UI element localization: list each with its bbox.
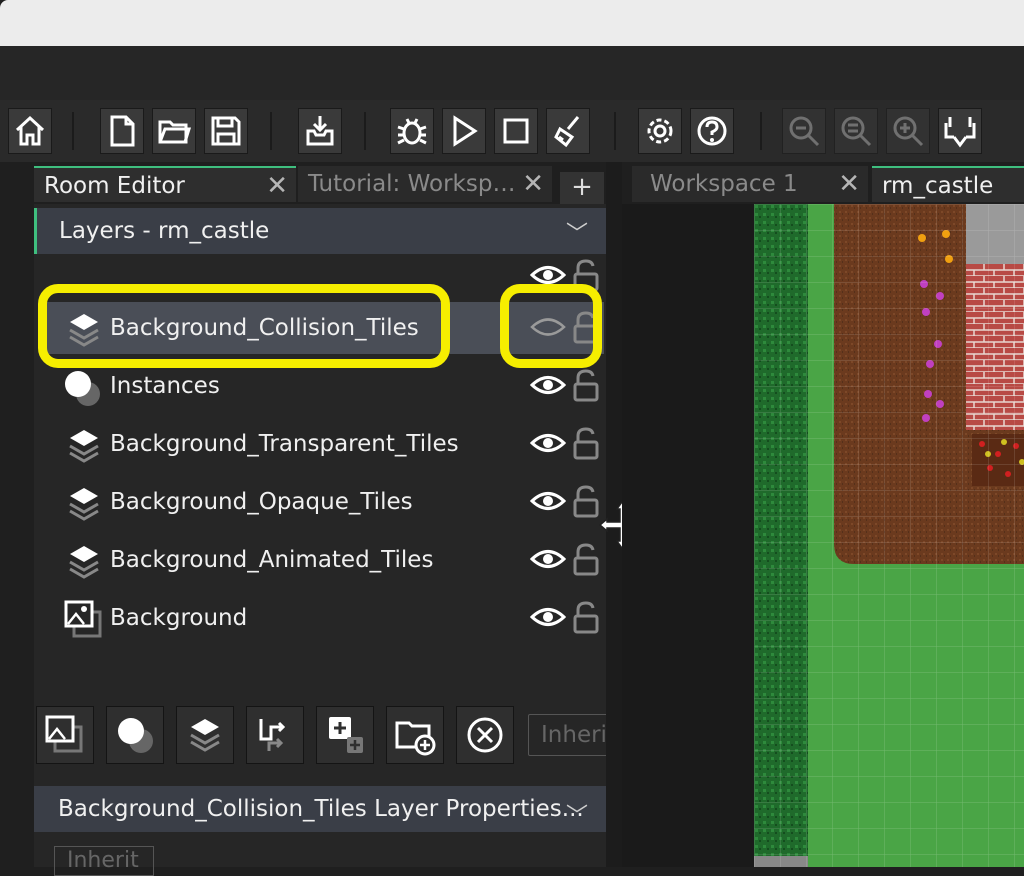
open-button[interactable] [152, 108, 196, 154]
instance-layer-icon [65, 371, 100, 406]
lock-icon[interactable] [572, 600, 600, 634]
close-icon[interactable]: ✕ [522, 166, 544, 202]
stop-icon [503, 118, 529, 144]
chevron-down-icon[interactable]: ﹀ [566, 216, 588, 248]
eye-icon[interactable] [530, 372, 566, 398]
chevron-down-icon[interactable]: ﹀ [566, 798, 588, 830]
game-frame-button[interactable] [938, 108, 982, 154]
settings-button[interactable] [638, 108, 682, 154]
room-canvas-view[interactable] [622, 204, 1024, 867]
zoom-out-icon [789, 116, 820, 147]
layer-row[interactable]: Background [44, 592, 604, 644]
eye-icon[interactable] [530, 546, 566, 572]
instance-layer-icon [118, 718, 153, 753]
save-button[interactable] [204, 108, 248, 154]
delete-layer-button[interactable] [456, 706, 514, 764]
layer-properties-header[interactable]: Background_Collision_Tiles Layer Propert… [34, 786, 606, 832]
left-tab-bar: Room Editor ✕ Tutorial: Worksp… ✕ + [34, 164, 606, 204]
new-file-button[interactable] [100, 108, 144, 154]
room-canvas[interactable] [754, 204, 1024, 867]
inherit-button[interactable]: Inheri [528, 714, 618, 756]
add-asset-icon [329, 717, 363, 753]
highlight-visibility-toggle [500, 284, 602, 368]
tile-layer-icon [190, 719, 220, 752]
lock-icon[interactable] [572, 542, 600, 576]
tab-label: rm_castle [882, 173, 994, 199]
lock-icon[interactable] [572, 426, 600, 460]
zoom-in-button[interactable] [886, 108, 930, 154]
tab-rm-castle[interactable]: rm_castle [872, 166, 1024, 202]
lock-icon[interactable] [572, 484, 600, 518]
help-icon [697, 116, 727, 146]
clean-icon [554, 116, 580, 148]
close-icon[interactable]: ✕ [266, 168, 288, 204]
run-icon [453, 115, 478, 147]
layers-title: Layers - rm_castle [59, 218, 270, 244]
tab-label: Workspace 1 [650, 171, 798, 197]
run-button[interactable] [442, 108, 486, 154]
open-folder-icon [158, 120, 192, 144]
path-layer-icon [259, 719, 286, 751]
debug-icon [397, 118, 427, 145]
layer-row[interactable]: Background_Animated_Tiles [44, 534, 604, 586]
menu-band [0, 46, 1024, 100]
layer-name: Background [110, 605, 248, 631]
add-tile-layer-button[interactable] [176, 706, 234, 764]
layer-row[interactable]: Background_Transparent_Tiles [44, 418, 604, 470]
tab-tutorial[interactable]: Tutorial: Worksp… ✕ [298, 166, 552, 202]
lock-icon[interactable] [572, 368, 600, 402]
zoom-reset-icon [841, 116, 872, 147]
add-background-layer-button[interactable] [36, 706, 94, 764]
delete-icon [467, 717, 503, 753]
layer-name: Background_Animated_Tiles [110, 547, 434, 573]
zoom-out-button[interactable] [782, 108, 826, 154]
background-layer-icon [64, 600, 102, 638]
layer-name: Background_Transparent_Tiles [110, 431, 459, 457]
layer-properties-title: Background_Collision_Tiles Layer Propert… [58, 796, 584, 822]
tab-room-editor[interactable]: Room Editor ✕ [34, 166, 296, 202]
eye-icon[interactable] [530, 604, 566, 630]
debug-button[interactable] [390, 108, 434, 154]
export-button[interactable] [298, 108, 342, 154]
add-tab-button[interactable]: + [560, 172, 604, 204]
add-folder-button[interactable] [386, 706, 444, 764]
layer-row[interactable]: Background_Opaque_Tiles [44, 476, 604, 528]
game-frame-icon [944, 117, 976, 148]
settings-icon [647, 118, 673, 144]
add-folder-icon [395, 721, 436, 756]
tab-label: Tutorial: Worksp… [308, 171, 516, 197]
layers-header[interactable]: Layers - rm_castle ﹀ [34, 208, 606, 254]
tab-label: Room Editor [44, 173, 185, 199]
window-titlebar [0, 0, 1024, 46]
right-tab-bar: Workspace 1 ✕ rm_castle [622, 164, 1024, 204]
zoom-in-icon [893, 116, 924, 147]
tile-layer-icon [69, 546, 99, 579]
eye-icon[interactable] [530, 488, 566, 514]
clean-button[interactable] [546, 108, 590, 154]
stop-button[interactable] [494, 108, 538, 154]
tile-layer-icon [69, 430, 99, 463]
export-icon [306, 116, 334, 146]
main-toolbar [0, 100, 1024, 162]
layer-name: Background_Opaque_Tiles [110, 489, 413, 515]
close-icon[interactable]: ✕ [838, 166, 860, 202]
tile-layer-icon [69, 488, 99, 521]
add-instance-layer-button[interactable] [106, 706, 164, 764]
save-icon [211, 116, 241, 146]
new-file-icon [110, 115, 135, 147]
tab-workspace-1[interactable]: Workspace 1 ✕ [632, 166, 868, 202]
highlight-layer-name [38, 284, 450, 368]
help-button[interactable] [690, 108, 734, 154]
add-asset-layer-button[interactable] [316, 706, 374, 764]
layer-actions-bar: Inheri [34, 702, 618, 770]
background-layer-icon [45, 715, 83, 753]
add-path-layer-button[interactable] [246, 706, 304, 764]
home-icon [15, 115, 45, 146]
zoom-reset-button[interactable] [834, 108, 878, 154]
eye-icon[interactable] [530, 430, 566, 456]
home-button[interactable] [8, 108, 52, 154]
inherit-properties-button[interactable]: Inherit [54, 846, 154, 876]
